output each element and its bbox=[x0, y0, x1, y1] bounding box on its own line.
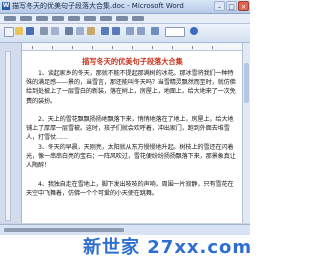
menu-item-table[interactable] bbox=[100, 16, 112, 21]
menu-items bbox=[4, 16, 204, 21]
window-controls: – □ × bbox=[214, 1, 249, 12]
copy-icon[interactable] bbox=[76, 27, 84, 35]
ruler-tick bbox=[212, 46, 213, 49]
close-button[interactable]: × bbox=[238, 1, 249, 11]
help-icon[interactable] bbox=[190, 27, 198, 35]
vertical-ruler bbox=[5, 51, 11, 221]
word-app-icon[interactable]: W bbox=[2, 2, 10, 10]
menu-item-format[interactable] bbox=[68, 16, 80, 21]
paste-icon[interactable] bbox=[87, 27, 95, 35]
ruler-tick bbox=[152, 46, 153, 49]
ruler-tick bbox=[32, 46, 33, 49]
left-margin-area bbox=[0, 43, 22, 223]
menu-item-help[interactable] bbox=[132, 16, 144, 21]
new-document-icon[interactable] bbox=[4, 27, 14, 37]
ruler-tick bbox=[132, 46, 133, 49]
print-icon[interactable] bbox=[40, 27, 48, 35]
paragraph: 4、我独自走在雪地上，脚下发出吱吱的声响，周围一片寂静，只有雪花在天空中飞舞着，… bbox=[26, 181, 234, 198]
ruler-tick bbox=[52, 46, 53, 49]
document-page[interactable]: 描写冬天的优美句子段落大合集 1、谈起家乡的冬天，那就不能不提起那满树的冰花。那… bbox=[22, 51, 243, 223]
minimize-button[interactable]: – bbox=[214, 1, 225, 11]
word-window: W 描写冬天的优美句子段落大合集.doc - Microsoft Word – … bbox=[0, 0, 250, 261]
save-icon[interactable] bbox=[26, 27, 34, 35]
zoom-box-icon[interactable] bbox=[165, 27, 185, 37]
scrollbar-thumb[interactable] bbox=[244, 63, 249, 103]
toolbar bbox=[0, 24, 250, 43]
menu-item-file[interactable] bbox=[4, 16, 16, 21]
menu-item-insert[interactable] bbox=[52, 16, 64, 21]
undo-icon[interactable] bbox=[101, 27, 109, 35]
status-text bbox=[4, 228, 124, 232]
window-title: 描写冬天的优美句子段落大合集.doc - Microsoft Word bbox=[12, 2, 184, 10]
redo-icon[interactable] bbox=[112, 27, 120, 35]
vertical-scrollbar[interactable] bbox=[242, 43, 250, 223]
columns-icon[interactable] bbox=[137, 27, 145, 35]
ruler-tick bbox=[172, 46, 173, 49]
ruler-tick bbox=[192, 46, 193, 49]
paragraph: 3、冬天的早晨，天刚亮，太阳就从东方慢慢地升起。树枝上的雪还在闪着光，像一串串白… bbox=[26, 144, 236, 170]
menu-bar[interactable] bbox=[0, 14, 250, 24]
watermark-logo: 新世家 27xx.com bbox=[83, 237, 250, 258]
cut-icon[interactable] bbox=[65, 27, 73, 35]
menu-item-window[interactable] bbox=[116, 16, 128, 21]
document-title: 描写冬天的优美句子段落大合集 bbox=[82, 57, 183, 66]
paragraph: 2、天上的雪花飘飘扬扬地飘落下来，悄悄地落在了地上，房屋上，给大地铺上了厚厚一层… bbox=[26, 116, 234, 142]
ruler-tick bbox=[72, 46, 73, 49]
paragraph: 1、谈起家乡的冬天，那就不能不提起那满树的冰花。那冰雪将我们一种特殊的满足感——… bbox=[26, 70, 236, 105]
horizontal-ruler[interactable] bbox=[22, 43, 250, 51]
menu-item-view[interactable] bbox=[36, 16, 48, 21]
preview-icon[interactable] bbox=[51, 27, 59, 35]
menu-item-edit[interactable] bbox=[20, 16, 32, 21]
maximize-button[interactable]: □ bbox=[226, 1, 237, 11]
table-icon[interactable] bbox=[126, 27, 134, 35]
ruler-tick bbox=[92, 46, 93, 49]
ruler-tick bbox=[112, 46, 113, 49]
open-folder-icon[interactable] bbox=[15, 27, 23, 35]
title-bar[interactable]: W 描写冬天的优美句子段落大合集.doc - Microsoft Word – … bbox=[0, 0, 250, 14]
menu-item-tools[interactable] bbox=[84, 16, 96, 21]
drawing-icon[interactable] bbox=[151, 27, 159, 35]
